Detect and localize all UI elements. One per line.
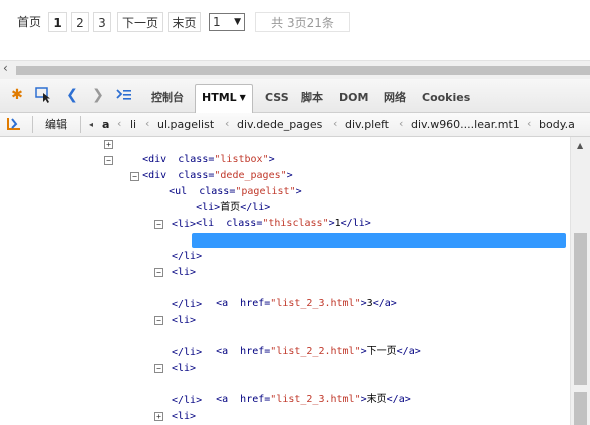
scrollbar-thumb-lower[interactable] (574, 392, 587, 425)
html-tree-panel: + <div class="listbox"> − <div class="de… (0, 137, 570, 425)
next-page-link[interactable]: 下一页 (117, 12, 163, 32)
breadcrumb-separator: ‹ (399, 117, 404, 130)
toolbar-divider (32, 116, 33, 133)
breadcrumb-left-icon[interactable]: ◂ (89, 117, 93, 132)
console-toggle-icon[interactable] (115, 87, 133, 103)
inspect-icon[interactable]: ✱ (8, 87, 26, 103)
tree-node-li-first[interactable]: <li>首页</li> (172, 185, 270, 213)
chevron-down-icon: ▼ (234, 17, 241, 27)
last-page-link[interactable]: 末页 (168, 12, 201, 32)
tab-console[interactable]: 控制台 (151, 85, 184, 111)
page-horizontal-scrollbar[interactable]: ‹ (0, 60, 590, 79)
tree-node-li-open[interactable]: <li> (172, 217, 196, 232)
breadcrumb-separator: ‹ (145, 117, 150, 130)
pagination-bar: 首页 1 2 3 下一页 末页 1 ▼ 共 3页21条 (0, 0, 590, 58)
tab-script[interactable]: 脚本 (301, 85, 323, 111)
tab-cookies[interactable]: Cookies (422, 85, 470, 111)
breadcrumb-separator: ‹ (527, 117, 532, 130)
breadcrumb-item-w960[interactable]: div.w960....lear.mt1 (411, 117, 520, 132)
collapse-icon[interactable]: − (154, 364, 163, 373)
breadcrumb-item-dede-pages[interactable]: div.dede_pages (237, 117, 322, 132)
toolbar-divider (80, 116, 81, 133)
tree-node-link-last[interactable]: <a href="list_2_3.html">末页</a> (192, 377, 411, 405)
tree-node-li-open[interactable]: <li> (172, 361, 196, 376)
breadcrumb-toolbar: 编辑 ◂ a ‹ li ‹ ul.pagelist ‹ div.dede_pag… (0, 113, 590, 137)
page-select-value: 1 (213, 15, 221, 29)
tab-html-label: HTML (202, 91, 237, 104)
tree-node-pagelist[interactable]: <ul class="pagelist"> (145, 169, 302, 197)
tree-node-li-open[interactable]: <li> (172, 265, 196, 280)
tree-node-li-close: </li> (172, 251, 203, 262)
breadcrumb-item-pagelist[interactable]: ul.pagelist (157, 117, 214, 132)
first-page-link[interactable]: 首页 (14, 12, 44, 32)
breadcrumb-separator: ‹ (225, 117, 230, 130)
collapse-icon[interactable]: − (130, 172, 139, 181)
breadcrumb-item-body[interactable]: body.a (539, 117, 575, 132)
page-3-link[interactable]: 3 (93, 12, 111, 32)
back-icon[interactable]: ❮ (63, 87, 81, 103)
scroll-left-icon[interactable]: ‹ (3, 61, 8, 75)
pointer-icon[interactable] (35, 87, 53, 103)
edit-button[interactable]: 编辑 (45, 117, 67, 132)
breadcrumb-item-a[interactable]: a (102, 117, 109, 132)
expand-icon[interactable]: + (104, 140, 113, 149)
collapse-icon[interactable]: − (104, 156, 113, 165)
edit-mode-icon[interactable] (6, 116, 24, 132)
breadcrumb-item-pleft[interactable]: div.pleft (345, 117, 389, 132)
tree-node-dede-pages[interactable]: <div class="dede_pages"> (118, 153, 293, 181)
tree-node-listbox[interactable]: <div class="listbox"> (118, 137, 275, 165)
collapse-icon[interactable]: − (154, 268, 163, 277)
scrollbar-thumb[interactable] (574, 233, 587, 385)
tree-node-li-close: </li> (172, 395, 203, 406)
tree-node-li-close: </li> (172, 299, 203, 310)
tab-dom[interactable]: DOM (339, 85, 368, 111)
tree-node-li-collapsed[interactable]: <li> (172, 409, 196, 424)
page-1-current: 1 (48, 12, 67, 32)
breadcrumb-separator: ‹ (117, 117, 122, 130)
tree-vertical-scrollbar[interactable]: ▲ (570, 137, 590, 425)
chevron-down-icon: ▼ (239, 93, 246, 102)
tree-node-link-next[interactable]: <a href="list_2_2.html">下一页</a> (192, 329, 421, 357)
breadcrumb-item-li[interactable]: li (130, 117, 136, 132)
tree-node-li-open[interactable]: <li> (172, 313, 196, 328)
tree-node-li-close: </li> (172, 347, 203, 358)
devtools-main-toolbar: ✱ ❮ ❯ 控制台 HTML ▼ CSS 脚本 DOM 网络 Cookies (0, 79, 590, 113)
tab-html[interactable]: HTML ▼ (195, 84, 253, 113)
page-2-link[interactable]: 2 (71, 12, 89, 32)
tab-network[interactable]: 网络 (384, 85, 406, 111)
page-select[interactable]: 1 ▼ (209, 13, 245, 31)
breadcrumb-separator: ‹ (333, 117, 338, 130)
tree-node-link-page3[interactable]: <a href="list_2_3.html">3</a> (192, 281, 397, 309)
scrollbar-thumb[interactable] (16, 66, 590, 75)
total-count: 共 3页21条 (255, 12, 350, 32)
tab-css[interactable]: CSS (265, 85, 289, 111)
collapse-icon[interactable]: − (154, 316, 163, 325)
forward-icon[interactable]: ❯ (89, 87, 107, 103)
tree-node-li-thisclass[interactable]: <li class="thisclass">1</li> (172, 201, 371, 229)
expand-icon[interactable]: + (154, 412, 163, 421)
tree-node-selected-link[interactable]: <a href="list_2_2.html">2</a> (192, 233, 566, 261)
collapse-icon[interactable]: − (154, 220, 163, 229)
scroll-up-icon[interactable]: ▲ (577, 141, 583, 150)
